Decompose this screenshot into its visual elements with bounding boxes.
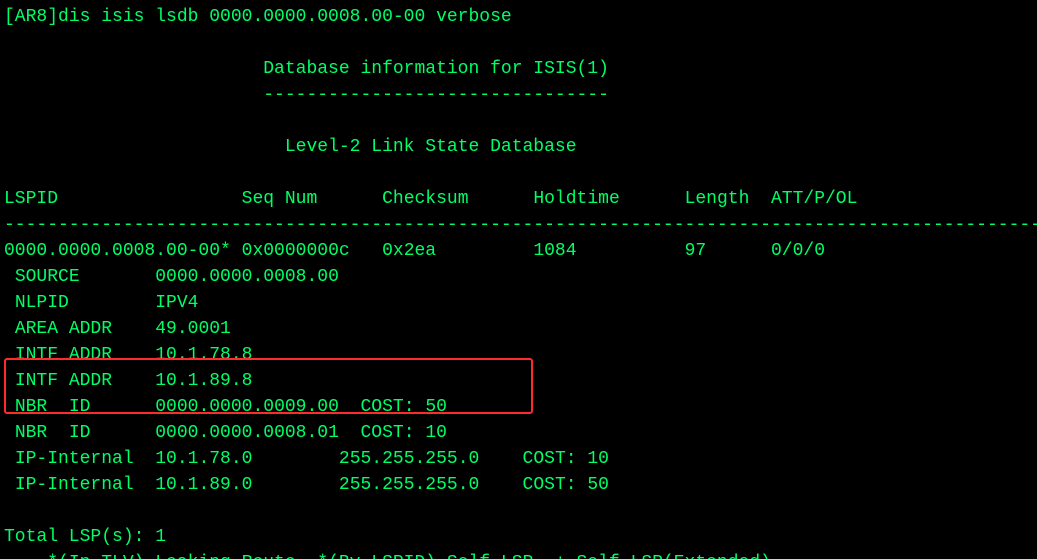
ipi1-mask: 255.255.255.0 (339, 449, 479, 469)
intf1-value: 10.1.78.8 (155, 345, 252, 365)
nbr2-cost-label: COST: (361, 423, 415, 443)
nbr2-value: 0000.0000.0008.01 (155, 423, 339, 443)
source-label: SOURCE (15, 267, 80, 287)
col-lspid: LSPID (4, 189, 58, 209)
divider: ----------------------------------------… (4, 215, 1037, 235)
col-holdtime: Holdtime (533, 189, 619, 209)
prompt: [AR8] (4, 7, 58, 27)
legend-line1: *(In TLV)-Leaking Route, *(By LSPID)-Sel… (47, 553, 782, 559)
ipi1-label: IP-Internal (15, 449, 134, 469)
entry-seqnum: 0x0000000c (242, 241, 350, 261)
nbr1-cost-label: COST: (361, 397, 415, 417)
entry-checksum: 0x2ea (382, 241, 436, 261)
nbr2-cost-value: 10 (425, 423, 447, 443)
nbr1-cost-value: 50 (425, 397, 447, 417)
header-rule: -------------------------------- (263, 85, 609, 105)
ipi2-mask: 255.255.255.0 (339, 475, 479, 495)
entry-lspid: 0000.0000.0008.00-00* (4, 241, 231, 261)
ipi1-cost-value: 10 (587, 449, 609, 469)
nlpid-label: NLPID (15, 293, 69, 313)
terminal-output: [AR8]dis isis lsdb 0000.0000.0008.00-00 … (0, 0, 1037, 559)
total-value: 1 (155, 527, 166, 547)
nbr1-value: 0000.0000.0009.00 (155, 397, 339, 417)
entry-attpol: 0/0/0 (771, 241, 825, 261)
areaaddr-value: 49.0001 (155, 319, 231, 339)
ipi2-net: 10.1.89.0 (155, 475, 252, 495)
section-title: Level-2 Link State Database (285, 137, 577, 157)
col-seqnum: Seq Num (242, 189, 318, 209)
entry-holdtime: 1084 (533, 241, 576, 261)
nbr2-label: NBR ID (15, 423, 91, 443)
intf2-label: INTF ADDR (15, 371, 112, 391)
ipi2-cost-label: COST: (523, 475, 577, 495)
total-label: Total LSP(s): (4, 527, 144, 547)
col-length: Length (685, 189, 750, 209)
areaaddr-label: AREA ADDR (15, 319, 112, 339)
entry-length: 97 (685, 241, 707, 261)
intf2-value: 10.1.89.8 (155, 371, 252, 391)
ipi1-net: 10.1.78.0 (155, 449, 252, 469)
ipi2-cost-value: 50 (587, 475, 609, 495)
db-info-header: Database information for ISIS(1) (263, 59, 609, 79)
ipi2-label: IP-Internal (15, 475, 134, 495)
intf1-label: INTF ADDR (15, 345, 112, 365)
source-value: 0000.0000.0008.00 (155, 267, 339, 287)
col-checksum: Checksum (382, 189, 468, 209)
nbr1-label: NBR ID (15, 397, 91, 417)
command-text: dis isis lsdb 0000.0000.0008.00-00 verbo… (58, 7, 512, 27)
ipi1-cost-label: COST: (523, 449, 577, 469)
nlpid-value: IPV4 (155, 293, 198, 313)
col-attpol: ATT/P/OL (771, 189, 857, 209)
